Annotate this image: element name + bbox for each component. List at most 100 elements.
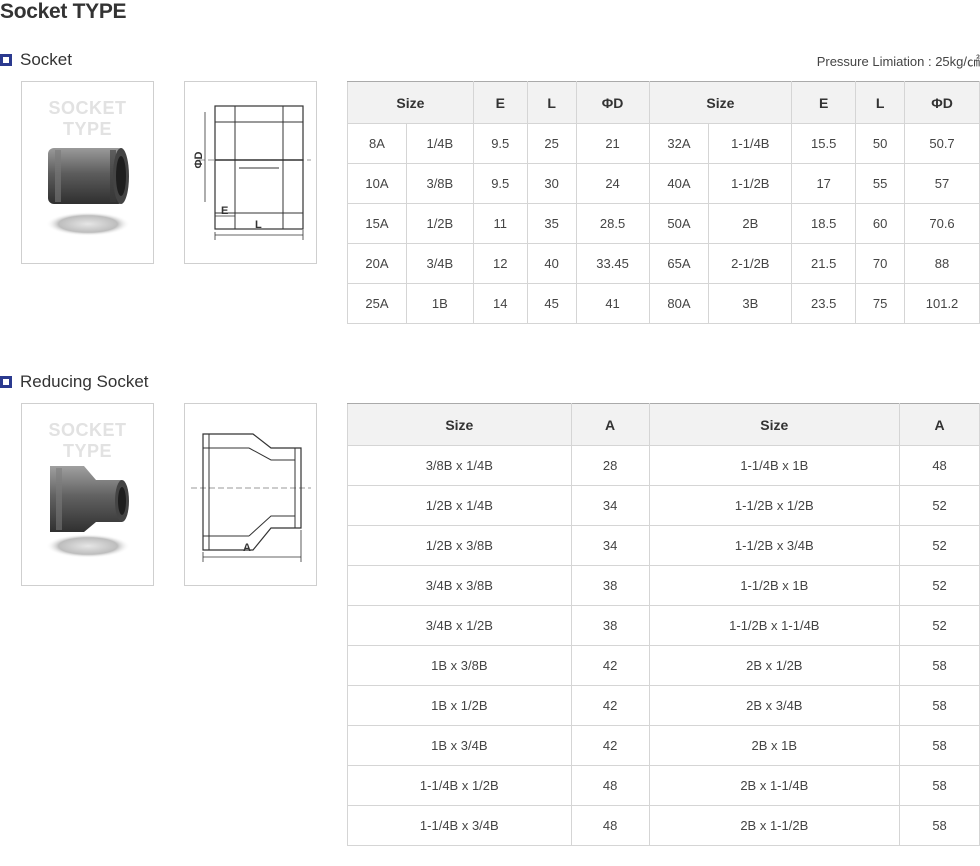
socket-dimension-drawing: ΦD E L bbox=[184, 81, 317, 264]
table-cell: 1B bbox=[405, 283, 474, 324]
table-cell: 65A bbox=[648, 243, 710, 284]
socket-spec-table: Size E L ΦD Size E L ΦD 8A 1/4B 9.5 25 21 32A… bbox=[347, 81, 980, 324]
table-row: 1-1/4B x 3/4B 48 2B x 1-1/2B 58 bbox=[347, 805, 980, 846]
table-cell: 1-1/2B x 1B bbox=[648, 565, 901, 606]
socket-photo: SOCKET TYPE bbox=[21, 81, 154, 264]
table-cell: 42 bbox=[570, 645, 650, 686]
table-cell: 41 bbox=[575, 283, 650, 324]
table-cell: 55 bbox=[855, 163, 906, 204]
table-row: 1/2B x 3/8B 34 1-1/2B x 3/4B 52 bbox=[347, 525, 980, 566]
table-cell: 25 bbox=[526, 123, 577, 164]
table-cell: 28 bbox=[570, 445, 650, 486]
table-cell: 38 bbox=[570, 605, 650, 646]
table-row: 1B x 3/8B 42 2B x 1/2B 58 bbox=[347, 645, 980, 686]
header-e: E bbox=[472, 81, 528, 124]
table-cell: 34 bbox=[570, 485, 650, 526]
table-cell: 75 bbox=[855, 283, 906, 324]
table-cell: 18.5 bbox=[791, 203, 857, 244]
table-cell: 1-1/2B bbox=[708, 163, 793, 204]
table-cell: 21.5 bbox=[791, 243, 857, 284]
table-cell: 1/2B x 3/8B bbox=[347, 525, 572, 566]
table-cell: 24 bbox=[575, 163, 650, 204]
table-cell: 3/8B bbox=[405, 163, 474, 204]
table-cell: 38 bbox=[570, 565, 650, 606]
table-cell: 1-1/4B x 3/4B bbox=[347, 805, 572, 846]
table-cell: 70.6 bbox=[904, 203, 980, 244]
reducing-socket-dimension-drawing: A bbox=[184, 403, 317, 586]
table-row: 1-1/4B x 1/2B 48 2B x 1-1/4B 58 bbox=[347, 765, 980, 806]
table-row: 1B x 3/4B 42 2B x 1B 58 bbox=[347, 725, 980, 766]
table-cell: 2B x 3/4B bbox=[648, 685, 901, 726]
table-cell: 58 bbox=[899, 805, 980, 846]
header-diameter: ΦD bbox=[575, 81, 650, 124]
table-row: 15A 1/2B 11 35 28.5 50A 2B 18.5 60 70.6 bbox=[347, 203, 980, 244]
table-cell: 50 bbox=[855, 123, 906, 164]
table-row: 3/8B x 1/4B 28 1-1/4B x 1B 48 bbox=[347, 445, 980, 486]
l-label: L bbox=[255, 219, 262, 231]
reducing-socket-photo: SOCKET TYPE bbox=[21, 403, 154, 586]
section-header-socket: Socket bbox=[0, 50, 72, 70]
table-cell: 1/4B bbox=[405, 123, 474, 164]
table-cell: 52 bbox=[899, 565, 980, 606]
page-title: Socket TYPE bbox=[0, 0, 127, 23]
header-diameter: ΦD bbox=[904, 81, 980, 124]
table-cell: 35 bbox=[526, 203, 577, 244]
table-cell: 3/4B x 1/2B bbox=[347, 605, 572, 646]
table-cell: 1-1/2B x 1-1/4B bbox=[648, 605, 901, 646]
table-cell: 40A bbox=[648, 163, 710, 204]
header-size: Size bbox=[648, 81, 793, 124]
table-cell: 9.5 bbox=[472, 163, 528, 204]
table-cell: 57 bbox=[904, 163, 980, 204]
table-cell: 88 bbox=[904, 243, 980, 284]
table-cell: 1B x 3/8B bbox=[347, 645, 572, 686]
table-cell: 2B x 1-1/4B bbox=[648, 765, 901, 806]
section-header-reducing-socket: Reducing Socket bbox=[0, 372, 149, 392]
table-cell: 9.5 bbox=[472, 123, 528, 164]
table-cell: 58 bbox=[899, 725, 980, 766]
square-bullet-icon bbox=[0, 54, 12, 66]
table-cell: 52 bbox=[899, 525, 980, 566]
table-cell: 20A bbox=[347, 243, 407, 284]
table-cell: 60 bbox=[855, 203, 906, 244]
table-cell: 58 bbox=[899, 685, 980, 726]
pressure-limitation-note: Pressure Limiation : 25kg/㎠ bbox=[816, 54, 980, 69]
table-cell: 70 bbox=[855, 243, 906, 284]
square-bullet-icon bbox=[0, 376, 12, 388]
photo-watermark-label: SOCKET TYPE bbox=[48, 420, 127, 461]
table-cell: 52 bbox=[899, 485, 980, 526]
table-cell: 1/2B x 1/4B bbox=[347, 485, 572, 526]
a-label: A bbox=[243, 542, 251, 554]
table-cell: 40 bbox=[526, 243, 577, 284]
table-cell: 3/4B x 3/8B bbox=[347, 565, 572, 606]
table-row: 20A 3/4B 12 40 33.45 65A 2-1/2B 21.5 70 88 bbox=[347, 243, 980, 284]
header-size: Size bbox=[347, 81, 474, 124]
table-cell: 2B x 1B bbox=[648, 725, 901, 766]
table-cell: 8A bbox=[347, 123, 407, 164]
e-label: E bbox=[221, 205, 228, 217]
table-cell: 2B x 1/2B bbox=[648, 645, 901, 686]
header-a: A bbox=[570, 403, 650, 446]
table-cell: 1-1/4B x 1B bbox=[648, 445, 901, 486]
table-cell: 25A bbox=[347, 283, 407, 324]
table-row: 25A 1B 14 45 41 80A 3B 23.5 75 101.2 bbox=[347, 283, 980, 324]
table-cell: 1B x 1/2B bbox=[347, 685, 572, 726]
photo-watermark-label: SOCKET TYPE bbox=[48, 98, 127, 139]
table-cell: 32A bbox=[648, 123, 710, 164]
table-row: 8A 1/4B 9.5 25 21 32A 1-1/4B 15.5 50 50.7 bbox=[347, 123, 980, 164]
header-e: E bbox=[791, 81, 857, 124]
table-cell: 12 bbox=[472, 243, 528, 284]
table-cell: 10A bbox=[347, 163, 407, 204]
table-cell: 15A bbox=[347, 203, 407, 244]
table-cell: 17 bbox=[791, 163, 857, 204]
table-cell: 1-1/4B x 1/2B bbox=[347, 765, 572, 806]
table-cell: 28.5 bbox=[575, 203, 650, 244]
reducing-socket-spec-table: Size A Size A 3/8B x 1/4B 28 1-1/4B x 1B 48… bbox=[347, 403, 980, 846]
table-cell: 30 bbox=[526, 163, 577, 204]
table-row: 1/2B x 1/4B 34 1-1/2B x 1/2B 52 bbox=[347, 485, 980, 526]
table-cell: 101.2 bbox=[904, 283, 980, 324]
table-cell: 2-1/2B bbox=[708, 243, 793, 284]
table-cell: 1-1/2B x 1/2B bbox=[648, 485, 901, 526]
table-cell: 21 bbox=[575, 123, 650, 164]
table-cell: 48 bbox=[570, 765, 650, 806]
table-cell: 50A bbox=[648, 203, 710, 244]
